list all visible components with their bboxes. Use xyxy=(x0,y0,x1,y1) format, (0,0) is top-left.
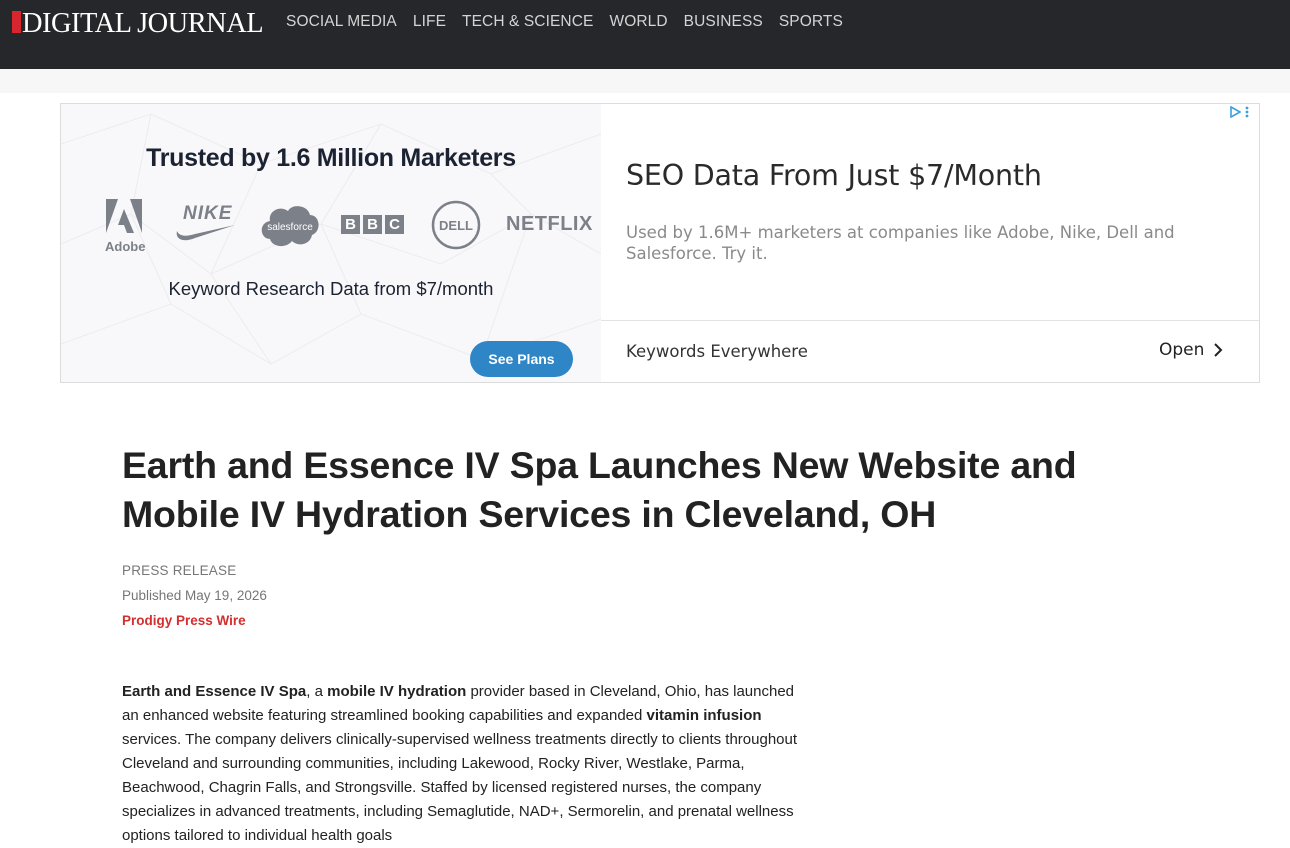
ad-description: Used by 1.6M+ marketers at companies lik… xyxy=(626,223,1175,263)
nav-item-world[interactable]: WORLD xyxy=(609,12,667,32)
ad-headline: Trusted by 1.6 Million Marketers xyxy=(146,144,516,172)
article-source-link[interactable]: Prodigy Press Wire xyxy=(122,613,246,628)
keyword-mobile-iv: mobile IV hydration xyxy=(327,683,467,700)
article-headline: Earth and Essence IV Spa Launches New We… xyxy=(122,444,1077,535)
ad-open-button[interactable]: Open xyxy=(1159,340,1223,360)
more-options-icon xyxy=(1245,106,1249,118)
nav-item-social-media[interactable]: SOCIAL MEDIA xyxy=(286,12,397,32)
nav-item-life[interactable]: LIFE xyxy=(413,12,446,32)
article-category: PRESS RELEASE xyxy=(122,563,237,578)
brand-logo-row: Adobe NIKE salesforce B B C DELL NETFLIX xyxy=(101,199,592,255)
nav-item-tech-science[interactable]: TECH & SCIENCE xyxy=(462,12,593,32)
header-subbar xyxy=(0,69,1290,93)
nav-item-business[interactable]: BUSINESS xyxy=(684,12,763,32)
ad-advertiser-name: Keywords Everywhere xyxy=(626,342,808,361)
svg-text:salesforce: salesforce xyxy=(267,222,313,233)
article-published-date: Published May 19, 2026 xyxy=(122,588,267,603)
ad-text-panel[interactable]: SEO Data From Just $7/Month Used by 1.6M… xyxy=(601,104,1259,382)
dell-logo: DELL xyxy=(431,200,481,255)
paragraph-text: services. The company delivers clinicall… xyxy=(122,731,798,844)
nike-logo: NIKE xyxy=(173,204,237,248)
advertisement-banner[interactable]: Trusted by 1.6 Million Marketers Adobe N… xyxy=(60,103,1260,383)
keyword-vitamin-infusion: vitamin infusion xyxy=(646,707,762,724)
see-plans-button[interactable]: See Plans xyxy=(470,341,573,377)
main-nav: SOCIAL MEDIA LIFE TECH & SCIENCE WORLD B… xyxy=(286,12,843,32)
chevron-right-icon xyxy=(1214,343,1223,357)
ad-choices-icon xyxy=(1230,106,1241,118)
netflix-logo: NETFLIX xyxy=(506,213,593,235)
ad-divider xyxy=(601,320,1259,321)
adobe-logo: Adobe xyxy=(104,199,145,254)
site-logo[interactable]: DIGITAL JOURNAL xyxy=(12,6,268,40)
article-paragraph: Earth and Essence IV Spa, a mobile IV hy… xyxy=(122,680,812,848)
paragraph-text: , a xyxy=(306,683,328,700)
company-name: Earth and Essence IV Spa xyxy=(122,683,307,700)
ad-subline: Keyword Research Data from $7/month xyxy=(168,278,494,299)
ad-open-label: Open xyxy=(1159,340,1205,360)
svg-text:DELL: DELL xyxy=(439,218,473,233)
ad-title[interactable]: SEO Data From Just $7/Month xyxy=(626,159,1042,192)
bbc-logo: B B C xyxy=(341,215,404,234)
logo-text: DIGITAL JOURNAL xyxy=(22,7,264,39)
site-header: DIGITAL JOURNAL SOCIAL MEDIA LIFE TECH &… xyxy=(0,0,1290,69)
ad-image-panel[interactable]: Trusted by 1.6 Million Marketers Adobe N… xyxy=(61,104,601,382)
logo-mark xyxy=(12,11,21,33)
ad-choices-button[interactable] xyxy=(1229,106,1249,118)
nav-item-sports[interactable]: SPORTS xyxy=(779,12,843,32)
salesforce-logo: salesforce xyxy=(258,203,322,252)
